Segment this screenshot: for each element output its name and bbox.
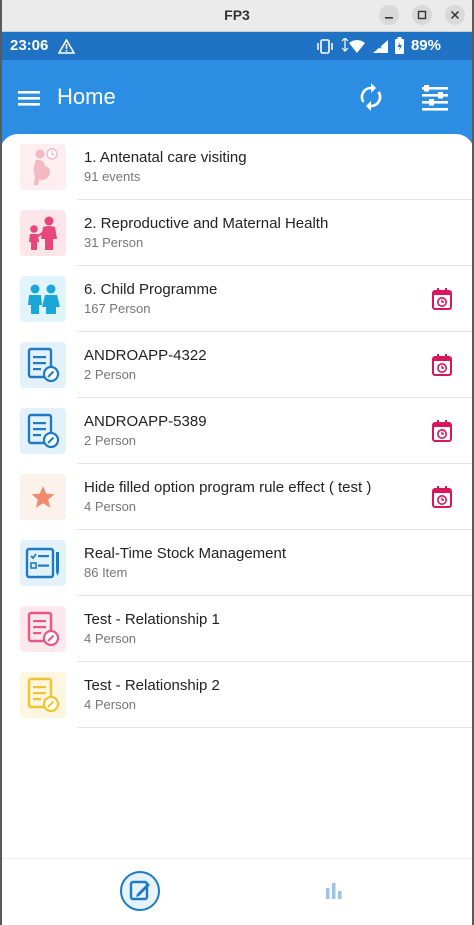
program-item[interactable]: Test - Relationship 2 4 Person <box>0 662 474 728</box>
window-title: FP3 <box>224 7 250 23</box>
close-icon <box>450 10 460 20</box>
form-icon <box>27 677 60 713</box>
wifi-icon <box>341 38 365 53</box>
program-item[interactable]: 6. Child Programme 167 Person <box>0 266 474 332</box>
program-item[interactable]: ANDROAPP-5389 2 Person <box>0 398 474 464</box>
program-avatar <box>20 276 66 322</box>
vibrate-icon <box>317 39 333 54</box>
sync-icon <box>360 83 382 111</box>
status-time: 23:06 <box>10 37 49 54</box>
nav-programs-button[interactable] <box>116 867 164 915</box>
program-item[interactable]: 1. Antenatal care visiting 91 events <box>0 134 474 200</box>
program-count: 2 Person <box>84 367 137 382</box>
form-icon <box>27 413 60 449</box>
program-name: 6. Child Programme <box>84 281 218 298</box>
checklist-icon <box>25 547 59 579</box>
program-count: 4 Person <box>84 697 137 712</box>
program-item[interactable]: Real-Time Stock Management 86 Item <box>0 530 474 596</box>
program-avatar <box>20 672 66 718</box>
page-title: Home <box>57 84 116 109</box>
window-titlebar: FP3 <box>0 0 474 32</box>
battery-icon <box>395 37 404 54</box>
program-name: Test - Relationship 1 <box>84 611 220 628</box>
program-avatar <box>20 540 66 586</box>
menu-button[interactable] <box>16 86 42 110</box>
program-name: 1. Antenatal care visiting <box>84 149 247 166</box>
content-card: 1. Antenatal care visiting 91 events 2. … <box>0 134 474 925</box>
program-avatar <box>20 342 66 388</box>
program-name: ANDROAPP-4322 <box>84 347 207 364</box>
pregnant-woman-icon <box>33 148 58 185</box>
hamburger-menu-icon <box>18 91 40 106</box>
bar-chart-icon <box>326 883 342 899</box>
program-item[interactable]: Hide filled option program rule effect (… <box>0 464 474 530</box>
sync-button[interactable] <box>356 82 386 112</box>
program-item[interactable]: Test - Relationship 1 4 Person <box>0 596 474 662</box>
program-name: Test - Relationship 2 <box>84 677 220 694</box>
app-bar: Home <box>0 60 474 136</box>
program-count: 31 Person <box>84 235 144 250</box>
program-item[interactable]: 2. Reproductive and Maternal Health 31 P… <box>0 200 474 266</box>
program-count: 2 Person <box>84 433 137 448</box>
program-count: 86 Item <box>84 565 128 580</box>
star-icon <box>31 486 55 508</box>
program-count: 91 events <box>84 169 141 184</box>
program-avatar <box>20 606 66 652</box>
program-count: 167 Person <box>84 301 151 316</box>
program-avatar <box>20 210 66 256</box>
calendar-clock-icon[interactable] <box>431 419 453 443</box>
window-frame-left <box>0 0 2 925</box>
program-count: 4 Person <box>84 631 137 646</box>
calendar-clock-icon[interactable] <box>431 353 453 377</box>
program-name: Real-Time Stock Management <box>84 545 287 562</box>
minimize-button[interactable] <box>379 5 399 25</box>
program-count: 4 Person <box>84 499 137 514</box>
close-button[interactable] <box>445 5 465 25</box>
calendar-clock-icon[interactable] <box>431 287 453 311</box>
divider <box>77 727 474 728</box>
form-icon <box>27 611 60 647</box>
warning-icon <box>58 39 75 54</box>
program-name: Hide filled option program rule effect (… <box>84 479 372 496</box>
program-name: ANDROAPP-5389 <box>84 413 207 430</box>
program-item[interactable]: ANDROAPP-4322 2 Person <box>0 332 474 398</box>
filter-button[interactable] <box>420 84 450 112</box>
program-avatar <box>20 144 66 190</box>
maximize-icon <box>417 10 427 20</box>
maximize-button[interactable] <box>412 5 432 25</box>
signal-icon <box>373 40 388 53</box>
minimize-icon <box>385 17 393 19</box>
program-name: 2. Reproductive and Maternal Health <box>84 215 329 232</box>
status-bar: 23:06 89% <box>0 32 474 60</box>
edit-form-icon <box>120 871 160 911</box>
program-avatar <box>20 474 66 520</box>
mother-child-icon <box>29 216 57 250</box>
battery-percent: 89% <box>410 37 441 54</box>
program-avatar <box>20 408 66 454</box>
bottom-navigation <box>0 858 474 925</box>
children-icon <box>28 284 60 314</box>
nav-analytics-button[interactable] <box>310 867 358 915</box>
filter-sliders-icon <box>422 85 448 111</box>
calendar-clock-icon[interactable] <box>431 485 453 509</box>
form-icon <box>27 347 60 383</box>
